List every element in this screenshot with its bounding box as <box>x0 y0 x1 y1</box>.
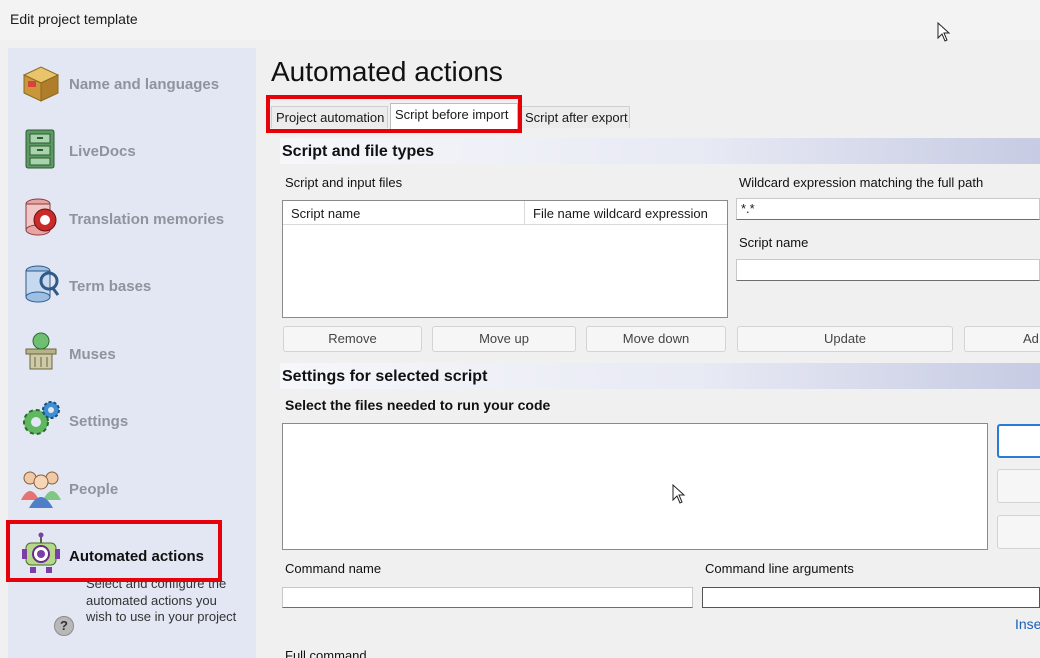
full-command-label: Full command <box>285 648 367 658</box>
command-args-input[interactable] <box>702 587 1040 608</box>
sidebar-item-settings[interactable]: Settings <box>8 388 256 448</box>
column-header-script-name[interactable]: Script name <box>283 201 525 225</box>
sidebar-item-translation-memories[interactable]: Translation memories <box>8 186 256 246</box>
sidebar-item-label: Muses <box>69 346 116 363</box>
window-title: Edit project template <box>10 11 138 27</box>
section-title: Script and file types <box>282 143 435 160</box>
wildcard-input[interactable]: *.* <box>736 198 1040 220</box>
sidebar-item-livedocs[interactable]: LiveDocs <box>8 118 256 178</box>
script-name-input[interactable] <box>736 259 1040 281</box>
sidebar-item-muses[interactable]: Muses <box>8 321 256 381</box>
sidebar-item-label: Translation memories <box>69 211 225 228</box>
box-icon <box>22 66 60 102</box>
people-icon <box>21 471 61 508</box>
remove-button[interactable]: Remove <box>283 326 422 352</box>
highlight-box-automated-actions <box>6 520 222 582</box>
move-up-button[interactable]: Move up <box>432 326 576 352</box>
script-name-label: Script name <box>739 235 809 250</box>
sidebar-item-people[interactable]: People <box>8 456 256 516</box>
column-header-wildcard[interactable]: File name wildcard expression <box>525 201 727 225</box>
files-needed-label: Select the files needed to run your code <box>285 397 551 413</box>
move-down-button[interactable]: Move down <box>586 326 726 352</box>
title-bar: Edit project template <box>0 0 1040 40</box>
mouse-cursor-icon <box>672 484 686 504</box>
gear-icon <box>23 401 60 435</box>
command-name-label: Command name <box>285 561 382 576</box>
command-name-input[interactable] <box>282 587 693 608</box>
sidebar-item-name-and-languages[interactable]: Name and languages <box>8 51 256 111</box>
page-title: Automated actions <box>271 56 503 87</box>
sidebar-item-label: LiveDocs <box>69 143 136 160</box>
side-action-button[interactable] <box>997 515 1040 549</box>
main-panel: Automated actions Project automation Scr… <box>266 48 1040 658</box>
files-needed-list[interactable] <box>282 423 988 550</box>
sidebar-item-label: Term bases <box>69 278 152 295</box>
sidebar-item-label: People <box>69 481 119 498</box>
section-header-settings: Settings for selected script <box>280 363 1040 389</box>
help-text: Select and configure the automated actio… <box>86 576 237 624</box>
side-action-button[interactable] <box>997 469 1040 503</box>
sidebar-item-label: Settings <box>69 413 129 430</box>
wildcard-label: Wildcard expression matching the full pa… <box>739 175 984 190</box>
insert-link[interactable]: Inse <box>1015 616 1040 632</box>
side-action-button[interactable] <box>997 424 1040 458</box>
highlight-box-tabs <box>266 95 522 133</box>
script-files-list[interactable]: Script name File name wildcard expressio… <box>282 200 728 318</box>
update-button[interactable]: Update <box>737 326 953 352</box>
memory-icon <box>25 198 57 236</box>
script-input-files-label: Script and input files <box>285 175 403 190</box>
section-title: Settings for selected script <box>282 368 488 385</box>
section-header-script-and-file-types: Script and file types <box>280 138 1040 164</box>
database-icon <box>25 265 60 303</box>
command-args-label: Command line arguments <box>705 561 854 576</box>
help-icon[interactable]: ? <box>54 616 74 636</box>
cabinet-icon <box>25 129 55 169</box>
sidebar-item-label: Name and languages <box>69 76 220 93</box>
muse-icon <box>25 332 57 370</box>
add-button[interactable]: Ad <box>964 326 1040 352</box>
tab-script-after-export[interactable]: Script after export <box>520 106 630 128</box>
sidebar-item-term-bases[interactable]: Term bases <box>8 253 256 313</box>
mouse-cursor-icon <box>937 22 951 42</box>
